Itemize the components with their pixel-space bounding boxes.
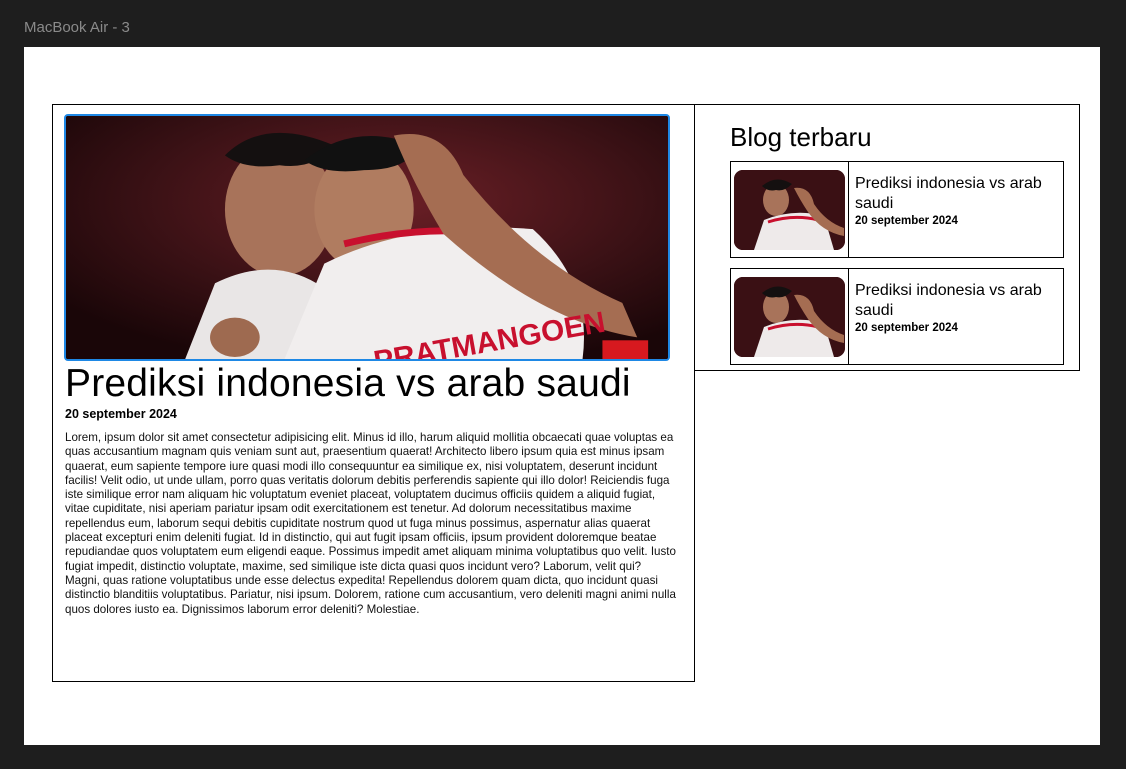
blog-card[interactable]: Prediksi indonesia vs arab saudi 20 sept…: [730, 161, 1064, 258]
blog-card-thumbnail[interactable]: [731, 269, 849, 364]
article-body: Lorem, ipsum dolor sit amet consectetur …: [65, 431, 676, 616]
blog-card-date: 20 september 2024: [855, 322, 958, 334]
thumbnail-photo: [734, 277, 845, 357]
blog-card-thumbnail[interactable]: [731, 162, 849, 257]
frame-label[interactable]: MacBook Air - 3: [24, 19, 130, 36]
hero-photo: PRATMANGOEN: [66, 116, 668, 359]
article-title: Prediksi indonesia vs arab saudi: [65, 362, 631, 405]
blog-card[interactable]: Prediksi indonesia vs arab saudi 20 sept…: [730, 268, 1064, 365]
article-date: 20 september 2024: [65, 407, 177, 421]
recent-blog-sidebar: Blog terbaru Prediksi indonesia vs arab …: [694, 104, 1080, 371]
blog-card-title[interactable]: Prediksi indonesia vs arab saudi: [855, 174, 1067, 214]
hero-image[interactable]: PRATMANGOEN: [64, 114, 670, 361]
sidebar-title: Blog terbaru: [730, 122, 872, 152]
article-panel: PRATMANGOEN Prediksi indonesia vs arab s…: [52, 104, 695, 682]
artboard: PRATMANGOEN Prediksi indonesia vs arab s…: [24, 47, 1100, 745]
blog-card-title[interactable]: Prediksi indonesia vs arab saudi: [855, 281, 1067, 321]
blog-card-date: 20 september 2024: [855, 215, 958, 227]
thumbnail-photo: [734, 170, 845, 250]
